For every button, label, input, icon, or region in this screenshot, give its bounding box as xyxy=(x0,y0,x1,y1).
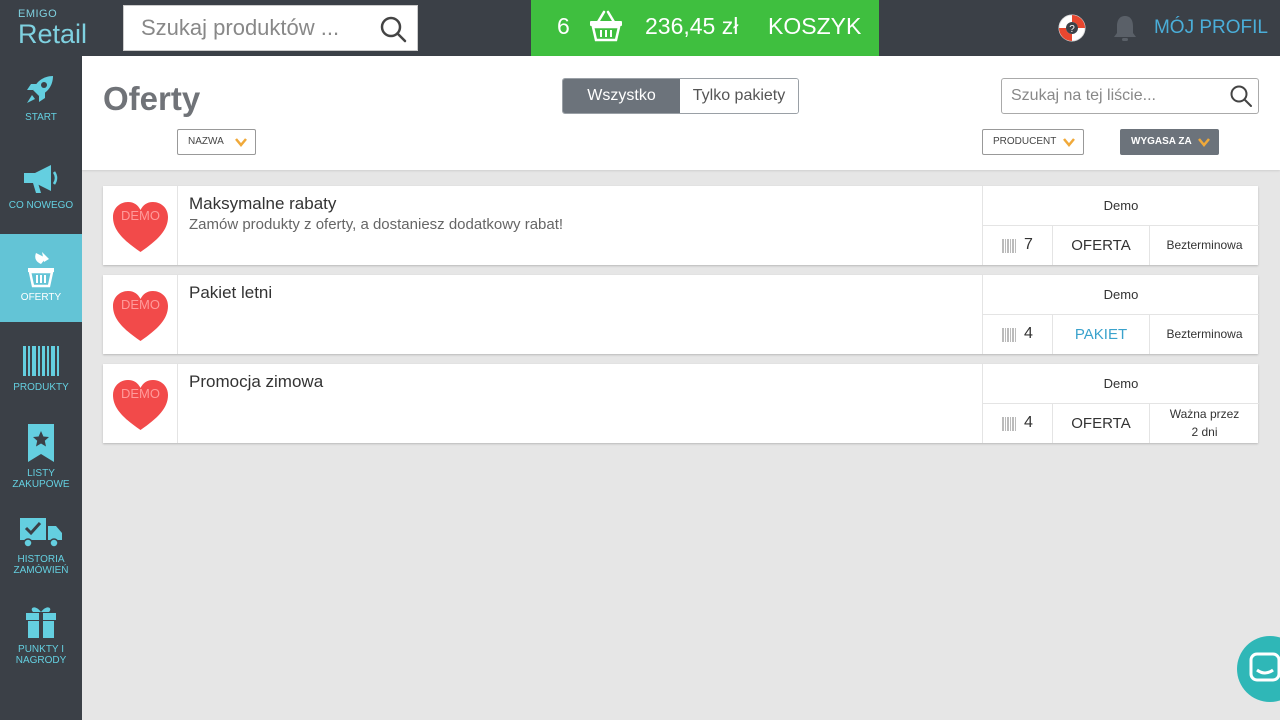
sidebar-item-label: LISTY ZAKUPOWE xyxy=(12,468,70,490)
product-search xyxy=(123,5,418,51)
filter-packages-button[interactable]: Tylko pakiety xyxy=(680,79,798,113)
offer-meta: Demo 4 PAKIET Bezterminowa xyxy=(982,275,1259,354)
chat-icon xyxy=(1249,652,1280,682)
sidebar-item-label: CO NOWEGO xyxy=(8,200,74,211)
offer-title[interactable]: Maksymalne rabaty xyxy=(189,194,336,214)
svg-text:?: ? xyxy=(1069,24,1075,35)
offer-producer: Demo xyxy=(983,275,1259,315)
sidebar-item-oferty[interactable]: OFERTY xyxy=(0,234,82,322)
offer-count-value: 4 xyxy=(1024,325,1033,342)
offer-row[interactable]: DEMO Pakiet letni Demo 4 PAKIET Beztermi… xyxy=(103,275,1259,354)
sidebar-item-label: START xyxy=(25,112,57,123)
barcode-icon xyxy=(1002,239,1016,258)
profile-link[interactable]: MÓJ PROFIL xyxy=(1154,17,1268,39)
offer-expiry: Ważna przez 2 dni xyxy=(1150,404,1259,443)
offer-expiry-line1: Ważna przez xyxy=(1169,407,1240,421)
list-search-input[interactable] xyxy=(1002,79,1217,113)
sidebar: START CO NOWEGO OFERTY PRODUKTY LISTY ZA… xyxy=(0,56,82,720)
offer-producer: Demo xyxy=(983,364,1259,404)
sort-name-button[interactable]: NAZWA xyxy=(177,129,256,155)
offer-expiry: Bezterminowa xyxy=(1166,238,1243,252)
basket-icon xyxy=(588,9,624,49)
offer-product-count: 7 xyxy=(983,226,1053,265)
offer-description: Zamów produkty z oferty, a dostaniesz do… xyxy=(189,216,564,233)
sort-expires-label: WYGASA ZA xyxy=(1131,136,1192,147)
sidebar-item-start[interactable]: START xyxy=(0,72,82,160)
content-header: Oferty Wszystko Tylko pakiety NAZWA PROD… xyxy=(82,56,1280,170)
demo-label: DEMO xyxy=(121,386,160,401)
sidebar-item-listy-zakupowe[interactable]: LISTY ZAKUPOWE xyxy=(0,422,82,510)
offer-thumbnail: DEMO xyxy=(103,186,178,265)
brand-name: Retail xyxy=(18,19,88,49)
sidebar-item-punkty-i-nagrody[interactable]: PUNKTY I NAGRODY xyxy=(0,602,82,690)
barcode-icon xyxy=(1002,328,1016,347)
product-search-input[interactable] xyxy=(124,6,364,50)
list-search xyxy=(1001,78,1259,114)
chevron-down-icon xyxy=(234,135,248,159)
top-bar: EMIGO Retail 6 236,45 zł KOSZYK ? MÓJ PR… xyxy=(0,0,1280,56)
offer-row[interactable]: DEMO Promocja zimowa Demo 4 OFERTA Ważna… xyxy=(103,364,1259,443)
offer-thumbnail: DEMO xyxy=(103,275,178,354)
heart-icon xyxy=(113,291,168,341)
sort-producer-button[interactable]: PRODUCENT xyxy=(982,129,1084,155)
cart-button[interactable]: 6 236,45 zł KOSZYK xyxy=(531,0,879,56)
search-icon[interactable] xyxy=(379,15,407,48)
cart-total: 236,45 zł xyxy=(645,13,739,39)
chevron-down-icon xyxy=(1197,135,1211,159)
offer-meta: Demo 7 OFERTA Bezterminowa xyxy=(982,186,1259,265)
offer-row[interactable]: DEMO Maksymalne rabaty Zamów produkty z … xyxy=(103,186,1259,265)
demo-label: DEMO xyxy=(121,297,160,312)
cart-count: 6 xyxy=(557,13,570,39)
offer-producer: Demo xyxy=(983,186,1259,226)
offer-product-count: 4 xyxy=(983,404,1053,443)
heart-icon xyxy=(113,380,168,430)
offer-title[interactable]: Pakiet letni xyxy=(189,283,272,303)
heart-icon xyxy=(113,202,168,252)
sidebar-item-label: HISTORIA ZAMÓWIEŃ xyxy=(13,554,69,576)
offer-basket-icon xyxy=(28,252,54,288)
rocket-icon xyxy=(27,76,53,103)
sort-producer-label: PRODUCENT xyxy=(993,136,1057,147)
barcode-icon xyxy=(1002,417,1016,436)
offer-type: OFERTA xyxy=(1053,404,1150,443)
chevron-down-icon xyxy=(1062,135,1076,159)
search-icon[interactable] xyxy=(1229,84,1253,113)
chat-button[interactable] xyxy=(1237,636,1280,702)
sidebar-item-historia-zamowien[interactable]: HISTORIA ZAMÓWIEŃ xyxy=(0,514,82,602)
sort-expires-button[interactable]: WYGASA ZA xyxy=(1120,129,1219,155)
demo-label: DEMO xyxy=(121,208,160,223)
gift-icon xyxy=(26,607,56,638)
offer-count-value: 4 xyxy=(1024,414,1033,431)
barcode-icon xyxy=(23,346,59,376)
offer-thumbnail: DEMO xyxy=(103,364,178,443)
offer-type: OFERTA xyxy=(1053,226,1150,265)
bell-icon[interactable] xyxy=(1110,13,1140,48)
help-lifebuoy-icon[interactable]: ? xyxy=(1056,12,1088,49)
offer-title[interactable]: Promocja zimowa xyxy=(189,372,323,392)
offer-type-filter: Wszystko Tylko pakiety xyxy=(562,78,799,114)
sidebar-item-label: PUNKTY I NAGRODY xyxy=(15,644,67,666)
brand-logo[interactable]: EMIGO Retail xyxy=(18,8,87,48)
offer-expiry-line2: 2 dni xyxy=(1191,425,1218,439)
filter-all-button[interactable]: Wszystko xyxy=(563,79,680,113)
sidebar-item-produkty[interactable]: PRODUKTY xyxy=(0,344,82,432)
offer-product-count: 4 xyxy=(983,315,1053,354)
page-title: Oferty xyxy=(103,80,201,117)
bookmark-star-icon xyxy=(28,424,54,462)
offer-expiry: Bezterminowa xyxy=(1166,327,1243,341)
offer-type: PAKIET xyxy=(1053,315,1150,354)
sidebar-item-label: OFERTY xyxy=(20,292,62,303)
offer-count-value: 7 xyxy=(1024,236,1033,253)
sort-name-label: NAZWA xyxy=(188,136,224,147)
sidebar-item-label: PRODUKTY xyxy=(13,382,69,393)
cart-label: KOSZYK xyxy=(768,13,862,39)
delivery-truck-icon xyxy=(20,518,62,548)
megaphone-icon xyxy=(24,165,58,193)
offer-meta: Demo 4 OFERTA Ważna przez 2 dni xyxy=(982,364,1259,443)
